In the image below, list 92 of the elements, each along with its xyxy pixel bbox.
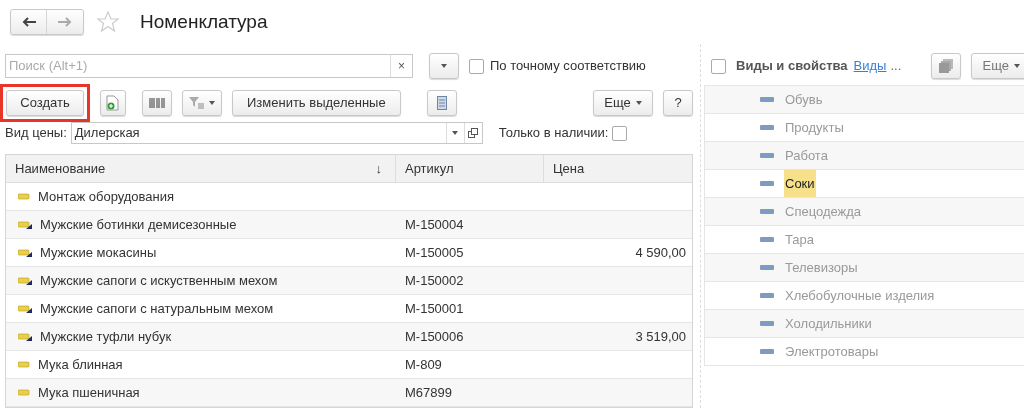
panel-title: Виды и свойства bbox=[736, 57, 848, 76]
sort-icon: ↓ bbox=[375, 158, 386, 179]
ellipsis: ... bbox=[890, 57, 902, 76]
table-cell-text: Мужские сапоги с искуственным мехом bbox=[40, 271, 278, 290]
open-icon bbox=[468, 128, 479, 138]
table-cell: М-809 bbox=[405, 356, 442, 372]
column-header[interactable]: Наименование ↓ bbox=[6, 155, 396, 182]
new-document-icon bbox=[106, 95, 120, 111]
barcode-button[interactable] bbox=[142, 90, 172, 116]
item-icon bbox=[18, 332, 32, 341]
kinds-link[interactable]: Виды bbox=[853, 56, 887, 76]
item-icon bbox=[18, 304, 32, 313]
item-icon bbox=[760, 153, 774, 158]
table-cell: М-150006 bbox=[405, 328, 464, 344]
search-options-button[interactable] bbox=[429, 53, 459, 79]
filter-button[interactable] bbox=[182, 90, 222, 116]
list-icon bbox=[436, 96, 447, 110]
item-icon bbox=[760, 265, 774, 270]
caret-icon bbox=[635, 101, 642, 105]
search-field[interactable]: Поиск (Alt+1) × bbox=[5, 54, 413, 78]
item-icon bbox=[18, 276, 32, 285]
table-cell: М-150005 bbox=[405, 244, 464, 260]
price-type-label: Вид цены: bbox=[5, 124, 67, 143]
caret-icon bbox=[1014, 64, 1021, 68]
table-cell-text: 4 590,00 bbox=[635, 243, 686, 262]
filter-icon bbox=[189, 97, 205, 109]
item-icon bbox=[760, 181, 774, 186]
table-cell: М67899 bbox=[405, 384, 452, 400]
table-cell-text: Мужские сапоги с натуральным мехом bbox=[40, 299, 274, 318]
table-row[interactable]: Мужские туфли нубук М-150006 3 519,00 bbox=[6, 323, 692, 351]
item-label: Спецодежда bbox=[784, 202, 863, 221]
item-icon bbox=[18, 248, 32, 257]
item-label: Обувь bbox=[784, 90, 824, 109]
stack-icon bbox=[939, 59, 954, 73]
checkbox[interactable] bbox=[612, 125, 628, 141]
window-title: Номенклатура bbox=[140, 9, 268, 34]
item-label: Холодильники bbox=[784, 314, 873, 333]
item-icon bbox=[18, 360, 30, 369]
arrow-right-icon bbox=[58, 17, 72, 27]
help-button[interactable]: ? bbox=[663, 90, 693, 116]
table-cell: М-150001 bbox=[405, 300, 464, 316]
item-icon bbox=[18, 388, 30, 397]
table-cell-text: Мука блинная bbox=[38, 355, 123, 374]
item-label: Продукты bbox=[784, 118, 845, 137]
table-cell: М-150004 bbox=[405, 216, 464, 232]
item-icon bbox=[18, 220, 32, 229]
table-row[interactable]: Мужские ботинки демисезонные М-150004 bbox=[6, 211, 692, 239]
item-icon bbox=[760, 293, 774, 298]
checkbox-label: По точному соответствию bbox=[490, 57, 646, 76]
item-icon bbox=[760, 349, 774, 354]
table-cell-text: Мука пшеничная bbox=[38, 383, 140, 402]
table-cell-text: Монтаж оборудования bbox=[38, 187, 175, 206]
item-label: Тара bbox=[784, 230, 816, 249]
table-cell-text: 3 519,00 bbox=[635, 327, 686, 346]
price-type-field[interactable]: Дилерская bbox=[70, 122, 483, 144]
barcode-icon bbox=[149, 97, 165, 109]
item-label: Хлебобулочные изделия bbox=[784, 286, 936, 305]
list-item[interactable]: Соки bbox=[705, 170, 1024, 198]
item-icon bbox=[760, 209, 774, 214]
in-stock-label: Только в наличии: bbox=[498, 124, 609, 143]
list-button[interactable] bbox=[426, 90, 457, 116]
create-button[interactable]: Создать bbox=[6, 90, 84, 116]
item-icon bbox=[760, 97, 774, 102]
clear-button[interactable]: × bbox=[390, 55, 412, 77]
item-label: Работа bbox=[784, 146, 829, 165]
item-icon bbox=[760, 125, 774, 130]
item-icon bbox=[760, 237, 774, 242]
column-header[interactable]: Цена bbox=[544, 155, 692, 182]
checkbox[interactable] bbox=[711, 58, 726, 74]
copy-button[interactable] bbox=[931, 53, 962, 79]
item-icon bbox=[18, 192, 30, 201]
column-header[interactable]: Артикул bbox=[396, 155, 544, 182]
item-icon bbox=[760, 321, 774, 326]
checkbox[interactable] bbox=[469, 58, 484, 74]
item-label: Телевизоры bbox=[784, 258, 859, 277]
arrow-left-icon bbox=[21, 17, 36, 27]
more-button[interactable]: Еще bbox=[971, 53, 1024, 79]
table-row[interactable]: Мука пшеничная М67899 bbox=[6, 379, 692, 407]
table-cell-text: Мужские туфли нубук bbox=[40, 327, 172, 346]
more-button[interactable]: Еще bbox=[593, 90, 653, 116]
table-row[interactable]: Мужские сапоги с искуственным мехом М-150002 bbox=[6, 267, 692, 295]
caret-icon bbox=[452, 131, 459, 135]
edit-selected-button[interactable]: Изменить выделенные bbox=[232, 90, 401, 116]
copy-button[interactable] bbox=[100, 90, 126, 116]
star-icon[interactable] bbox=[96, 10, 120, 34]
item-label: Соки bbox=[784, 169, 816, 198]
item-label: Электротовары bbox=[784, 342, 880, 361]
caret-icon bbox=[441, 64, 447, 68]
table-cell-text: Мужские ботинки демисезонные bbox=[40, 215, 237, 234]
caret-icon bbox=[209, 101, 215, 105]
table-cell-text: Мужские мокасины bbox=[40, 243, 157, 262]
table-cell: М-150002 bbox=[405, 272, 464, 288]
